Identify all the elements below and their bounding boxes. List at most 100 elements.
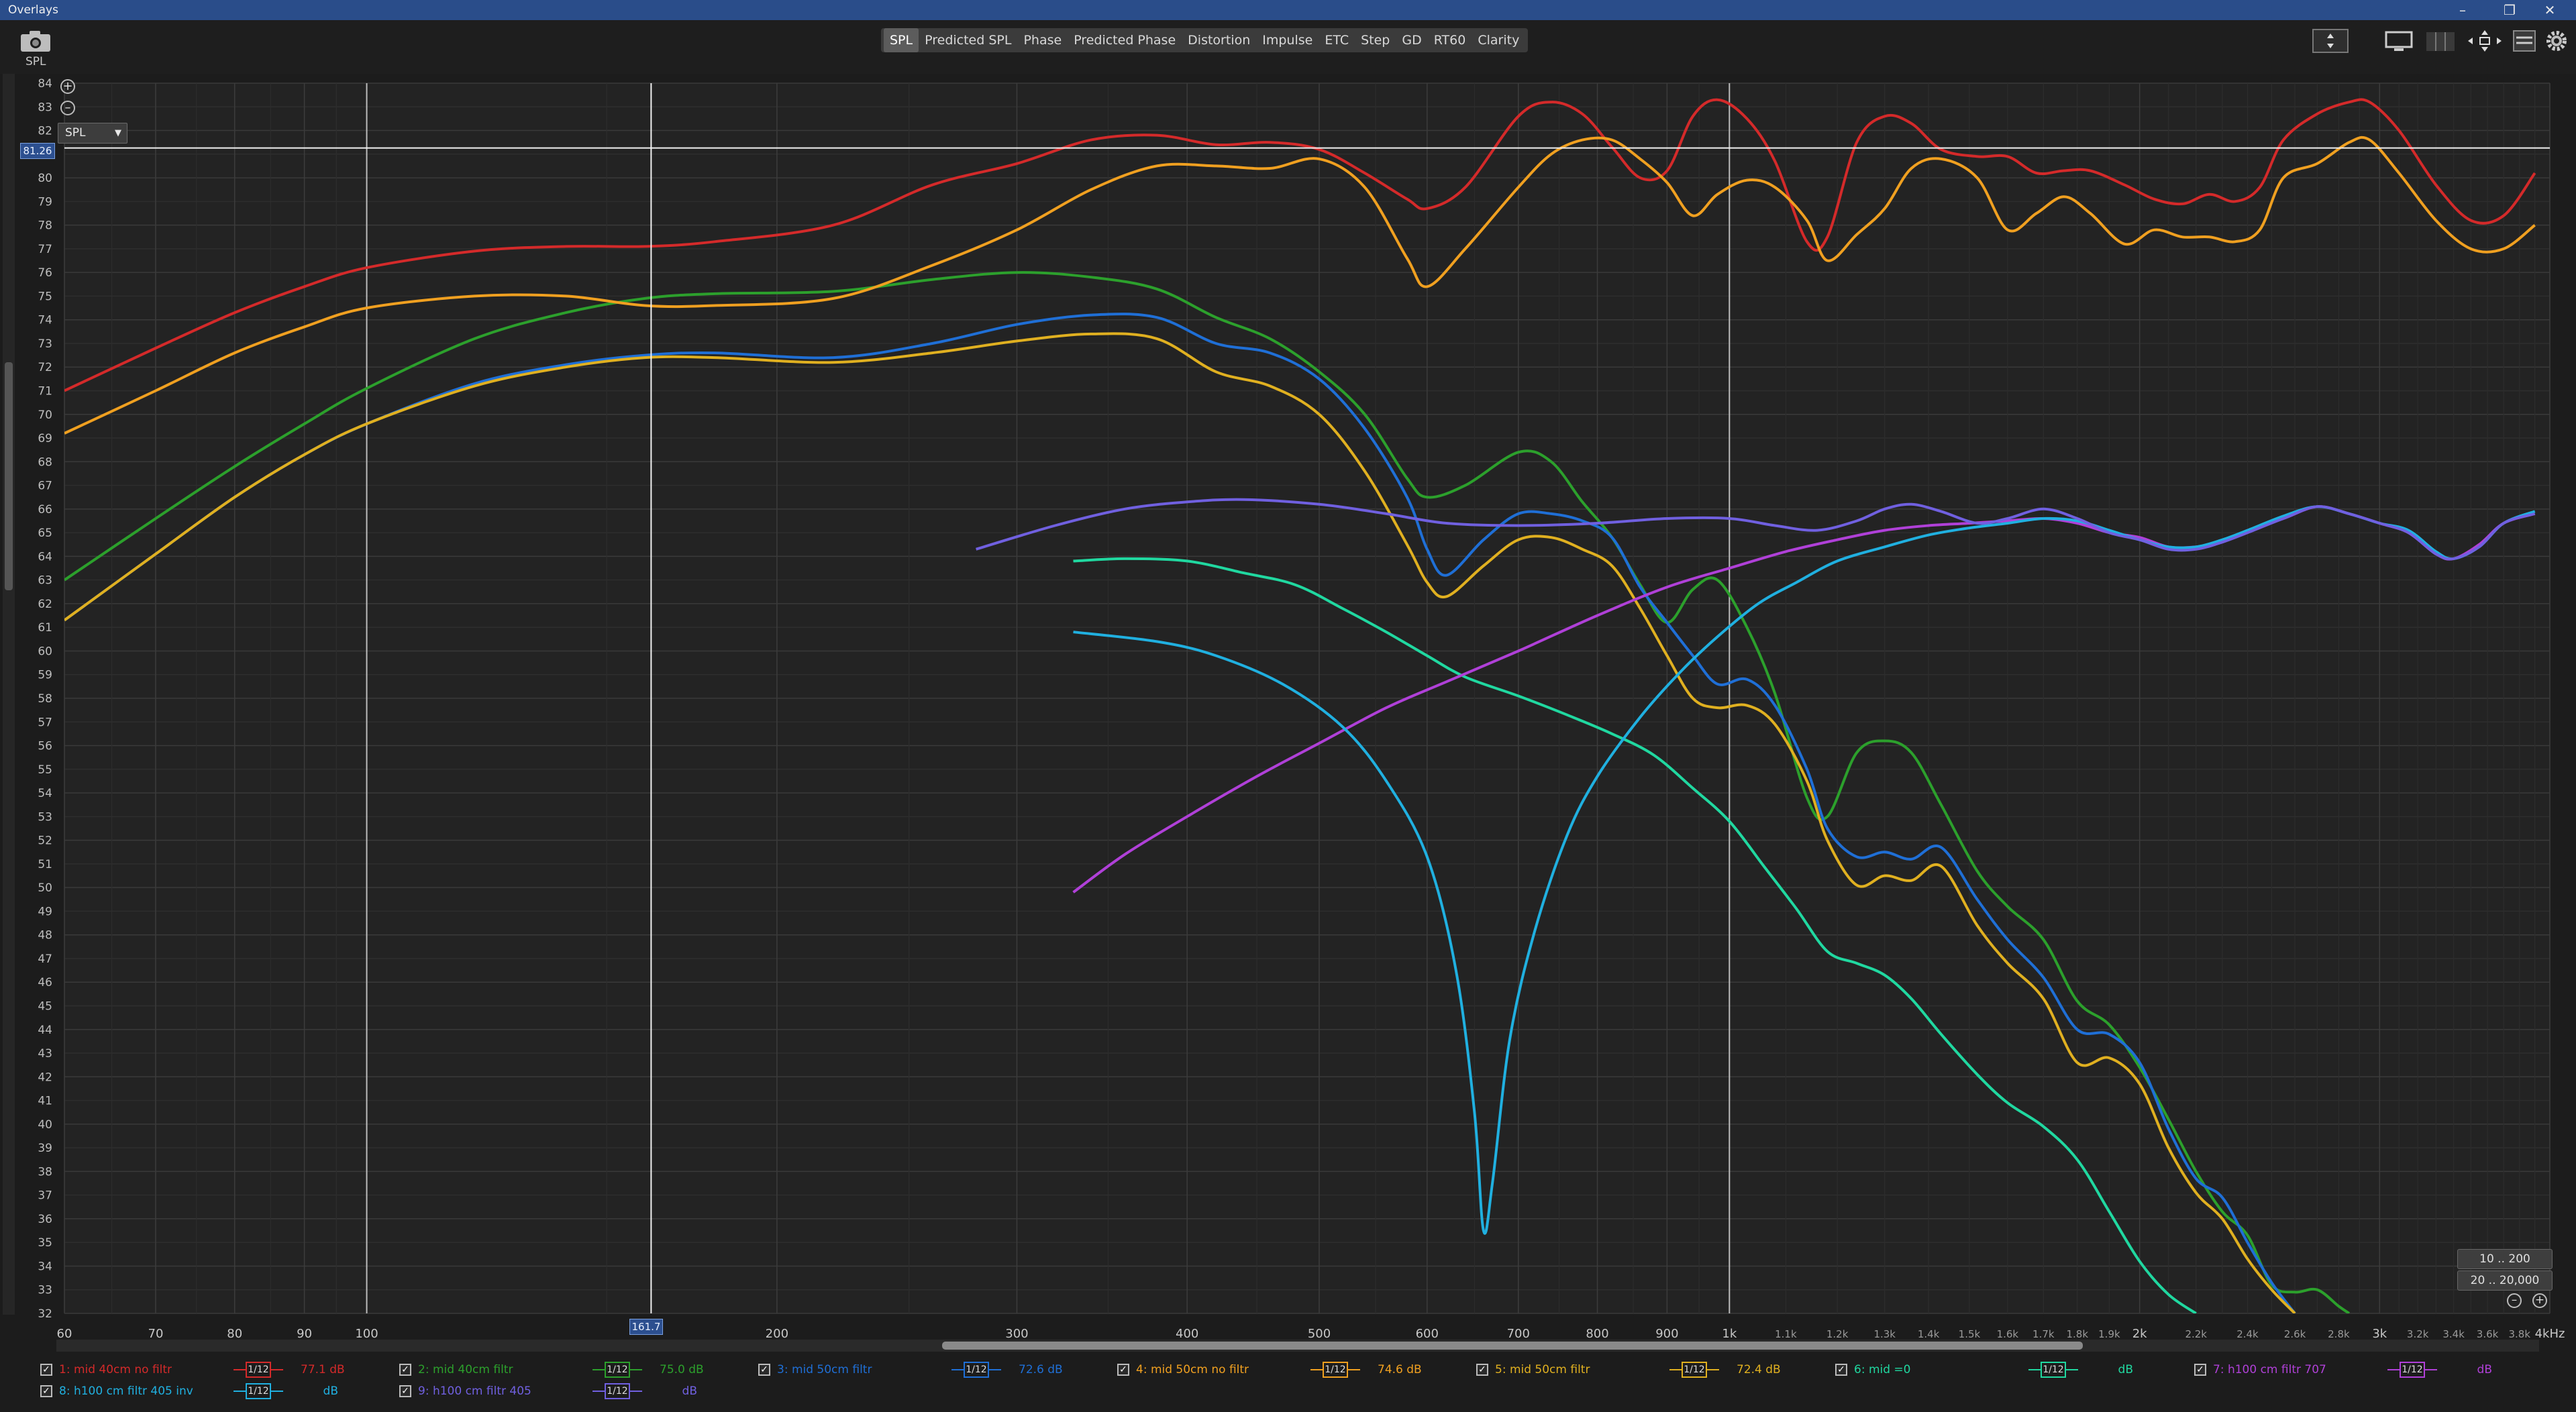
x-minor-tick-label: 3.8k	[2508, 1328, 2530, 1340]
smoothing-button[interactable]: 1/12	[951, 1361, 1001, 1378]
tab-predicted-spl[interactable]: Predicted SPL	[919, 28, 1017, 52]
legend-item[interactable]: ✓ 6: mid =0 1/12 dB	[1835, 1360, 2133, 1380]
smoothing-button[interactable]: 1/12	[234, 1382, 283, 1400]
tab-clarity[interactable]: Clarity	[1472, 28, 1525, 52]
y-tick-label: 58	[38, 692, 52, 706]
legend-checkbox[interactable]: ✓	[1117, 1364, 1129, 1376]
y-tick-label: 37	[38, 1189, 52, 1203]
y-tick-label: 82	[38, 125, 52, 138]
legend-checkbox[interactable]: ✓	[399, 1364, 411, 1376]
layout-icon[interactable]	[2511, 28, 2538, 54]
x-tick-label: 80	[227, 1327, 242, 1341]
x-minor-tick-label: 1.5k	[1959, 1328, 1981, 1340]
tab-step[interactable]: Step	[1355, 28, 1396, 52]
smoothing-button[interactable]: 1/12	[2387, 1361, 2437, 1378]
x-minor-tick-label: 1.2k	[1826, 1328, 1849, 1340]
x-tick-label: 900	[1655, 1327, 1678, 1341]
x-tick-label: 1k	[1722, 1327, 1737, 1341]
tab-gd[interactable]: GD	[1396, 28, 1427, 52]
y-tick-label: 74	[38, 314, 52, 327]
legend-item[interactable]: ✓ 2: mid 40cm filtr 1/12 75.0 dB	[399, 1360, 704, 1380]
zoom-out-icon[interactable]: –	[60, 101, 75, 115]
y-tick-label: 51	[38, 858, 52, 871]
tab-phase[interactable]: Phase	[1017, 28, 1068, 52]
monitor-icon[interactable]	[2382, 28, 2416, 54]
legend-item[interactable]: ✓ 4: mid 50cm no filtr 1/12 74.6 dB	[1117, 1360, 1422, 1380]
y-tick-label: 71	[38, 385, 52, 398]
restore-button[interactable]: ❐	[2489, 0, 2530, 20]
tab-predicted-phase[interactable]: Predicted Phase	[1068, 28, 1182, 52]
zoom-in-icon[interactable]: +	[60, 79, 75, 94]
smoothing-button[interactable]: 1/12	[1669, 1361, 1719, 1378]
camera-caption: SPL	[25, 55, 46, 68]
legend-item[interactable]: ✓ 9: h100 cm filtr 405 1/12 dB	[399, 1381, 697, 1401]
legend-item[interactable]: ✓ 5: mid 50cm filtr 1/12 72.4 dB	[1476, 1360, 1781, 1380]
y-tick-label: 41	[38, 1095, 52, 1108]
range-20-20000-button[interactable]: 20 .. 20,000	[2457, 1270, 2553, 1291]
y-tick-label: 70	[38, 409, 52, 422]
x-minor-tick-label: 3.4k	[2442, 1328, 2465, 1340]
smoothing-label: 1/12	[605, 1362, 630, 1378]
graph-type-select[interactable]: SPL ▼	[58, 123, 127, 144]
y-tick-label: 72	[38, 361, 52, 374]
smoothing-button[interactable]: 1/12	[234, 1361, 283, 1378]
spl-chart[interactable]: 32 33 34 35 36 37 38 39 40 41 42 43 44 45 46 47 48 49 50 51…	[0, 74, 2576, 1342]
legend-checkbox[interactable]: ✓	[399, 1385, 411, 1397]
range-10-200-button[interactable]: 10 .. 200	[2457, 1249, 2553, 1269]
y-tick-label: 32	[38, 1307, 52, 1321]
y-axis-ticks: 32 33 34 35 36 37 38 39 40 41 42 43 44 45 46 47 48 49 50 51…	[38, 77, 52, 1321]
smoothing-button[interactable]: 1/12	[593, 1361, 642, 1378]
x-tick-label: 700	[1507, 1327, 1530, 1341]
y-tick-label: 43	[38, 1047, 52, 1061]
grid-icon[interactable]	[2424, 28, 2457, 54]
chart-zoom-in-icon[interactable]: +	[2532, 1293, 2547, 1308]
smoothing-label: 1/12	[964, 1362, 989, 1378]
smoothing-button[interactable]: 1/12	[593, 1382, 642, 1400]
tab-etc[interactable]: ETC	[1319, 28, 1355, 52]
legend-checkbox[interactable]: ✓	[1476, 1364, 1488, 1376]
tab-distortion[interactable]: Distortion	[1182, 28, 1256, 52]
y-tick-label: 54	[38, 787, 52, 800]
chart-zoom-out-icon[interactable]: –	[2507, 1293, 2522, 1308]
y-tick-label: 36	[38, 1213, 52, 1226]
legend-level: 74.6 dB	[1378, 1363, 1422, 1376]
legend-item[interactable]: ✓ 7: h100 cm filtr 707 1/12 dB	[2194, 1360, 2492, 1380]
y-tick-label: 69	[38, 432, 52, 445]
y-tick-label: 79	[38, 195, 52, 209]
legend-item[interactable]: ✓ 1: mid 40cm no filtr 1/12 77.1 dB	[40, 1360, 345, 1380]
legend-checkbox[interactable]: ✓	[1835, 1364, 1847, 1376]
tab-impulse[interactable]: Impulse	[1256, 28, 1319, 52]
legend-checkbox[interactable]: ✓	[758, 1364, 770, 1376]
legend-name: 5: mid 50cm filtr	[1495, 1363, 1590, 1376]
y-tick-label: 53	[38, 810, 52, 824]
toolbar: SPL SPL Predicted SPL Phase Predicted Phase…	[0, 20, 2576, 74]
x-minor-tick-label: 1.9k	[2098, 1328, 2120, 1340]
y-tick-label: 45	[38, 1000, 52, 1014]
smoothing-button[interactable]: 1/12	[1310, 1361, 1360, 1378]
tab-rt60[interactable]: RT60	[1428, 28, 1472, 52]
x-minor-tick-label: 2.4k	[2236, 1328, 2259, 1340]
smoothing-label: 1/12	[246, 1383, 271, 1399]
close-button[interactable]: ✕	[2530, 0, 2570, 20]
legend-checkbox[interactable]: ✓	[40, 1364, 52, 1376]
legend-checkbox[interactable]: ✓	[40, 1385, 52, 1397]
legend-item[interactable]: ✓ 8: h100 cm filtr 405 inv 1/12 dB	[40, 1381, 338, 1401]
camera-icon[interactable]	[19, 28, 52, 54]
legend-level: 72.6 dB	[1019, 1363, 1063, 1376]
horizontal-scrollbar[interactable]	[56, 1340, 2539, 1352]
x-tick-label: 3k	[2372, 1327, 2387, 1341]
gear-icon[interactable]	[2543, 28, 2570, 54]
smoothing-label: 1/12	[2041, 1362, 2066, 1378]
y-tick-label: 38	[38, 1165, 52, 1179]
cursor-arrows-icon[interactable]	[2312, 28, 2349, 54]
x-tick-label: 70	[148, 1327, 164, 1341]
legend-item[interactable]: ✓ 3: mid 50cm filtr 1/12 72.6 dB	[758, 1360, 1063, 1380]
legend-checkbox[interactable]: ✓	[2194, 1364, 2206, 1376]
horizontal-scroll-thumb[interactable]	[942, 1342, 2083, 1350]
x-tick-label: 500	[1308, 1327, 1331, 1341]
move-icon[interactable]	[2465, 28, 2504, 54]
tab-spl[interactable]: SPL	[884, 28, 919, 52]
smoothing-button[interactable]: 1/12	[2028, 1361, 2078, 1378]
minimize-button[interactable]: –	[2442, 0, 2483, 20]
y-tick-label: 39	[38, 1142, 52, 1155]
